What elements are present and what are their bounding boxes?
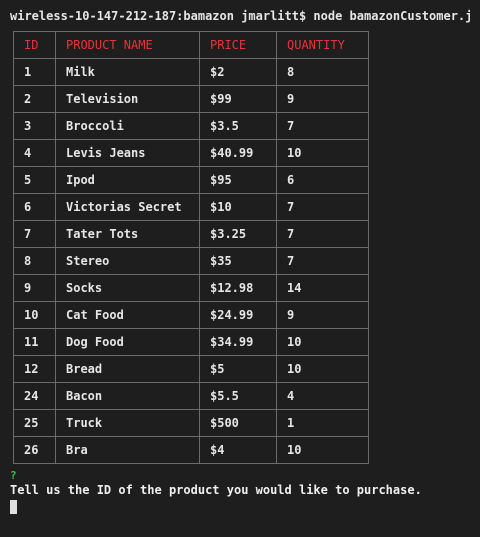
cell-id: 1 <box>13 58 56 86</box>
cell-quantity: 9 <box>276 85 369 113</box>
table-row: 10 Cat Food $24.99 9 <box>13 301 369 329</box>
cell-product-name: Stereo <box>55 247 200 275</box>
cell-price: $3.5 <box>199 112 277 140</box>
column-header-quantity: QUANTITY <box>276 31 369 59</box>
cell-product-name: Milk <box>55 58 200 86</box>
column-header-product-name: PRODUCT NAME <box>55 31 200 59</box>
cell-id: 11 <box>13 328 56 356</box>
cell-price: $95 <box>199 166 277 194</box>
column-header-id: ID <box>13 31 56 59</box>
cell-quantity: 10 <box>276 436 369 464</box>
cell-price: $500 <box>199 409 277 437</box>
cell-product-name: Cat Food <box>55 301 200 329</box>
cell-product-name: Victorias Secret <box>55 193 200 221</box>
cell-id: 2 <box>13 85 56 113</box>
table-row: 4 Levis Jeans $40.99 10 <box>13 139 369 167</box>
table-row: 1 Milk $2 8 <box>13 58 369 86</box>
cell-price: $5.5 <box>199 382 277 410</box>
table-row: 8 Stereo $35 7 <box>13 247 369 275</box>
cell-product-name: Socks <box>55 274 200 302</box>
terminal-window[interactable]: wireless-10-147-212-187:bamazon jmarlitt… <box>0 0 480 537</box>
table-row: 5 Ipod $95 6 <box>13 166 369 194</box>
cell-price: $24.99 <box>199 301 277 329</box>
cell-price: $40.99 <box>199 139 277 167</box>
cell-quantity: 14 <box>276 274 369 302</box>
prompt-marker: ? <box>10 469 17 482</box>
cell-quantity: 7 <box>276 112 369 140</box>
table-row: 9 Socks $12.98 14 <box>13 274 369 302</box>
cell-price: $35 <box>199 247 277 275</box>
cell-id: 5 <box>13 166 56 194</box>
cell-price: $12.98 <box>199 274 277 302</box>
cell-quantity: 4 <box>276 382 369 410</box>
cell-price: $34.99 <box>199 328 277 356</box>
cell-quantity: 8 <box>276 58 369 86</box>
table-row: 12 Bread $5 10 <box>13 355 369 383</box>
cell-quantity: 10 <box>276 328 369 356</box>
cell-product-name: Bacon <box>55 382 200 410</box>
cell-product-name: Television <box>55 85 200 113</box>
cell-quantity: 7 <box>276 220 369 248</box>
cell-price: $4 <box>199 436 277 464</box>
cell-product-name: Dog Food <box>55 328 200 356</box>
cell-product-name: Truck <box>55 409 200 437</box>
cell-price: $10 <box>199 193 277 221</box>
table-row: 24 Bacon $5.5 4 <box>13 382 369 410</box>
cell-id: 26 <box>13 436 56 464</box>
table-row: 2 Television $99 9 <box>13 85 369 113</box>
table-header-row: ID PRODUCT NAME PRICE QUANTITY <box>13 31 369 59</box>
cell-price: $3.25 <box>199 220 277 248</box>
table-row: 26 Bra $4 10 <box>13 436 369 464</box>
table-row: 7 Tater Tots $3.25 7 <box>13 220 369 248</box>
cell-product-name: Bread <box>55 355 200 383</box>
cell-product-name: Broccoli <box>55 112 200 140</box>
cell-id: 7 <box>13 220 56 248</box>
cell-id: 25 <box>13 409 56 437</box>
products-table: ID PRODUCT NAME PRICE QUANTITY 1 Milk $2 8 2… <box>13 31 369 464</box>
cell-quantity: 9 <box>276 301 369 329</box>
input-cursor[interactable] <box>10 500 17 514</box>
column-header-price: PRICE <box>199 31 277 59</box>
cell-id: 4 <box>13 139 56 167</box>
cell-price: $5 <box>199 355 277 383</box>
cell-id: 10 <box>13 301 56 329</box>
cell-quantity: 10 <box>276 355 369 383</box>
cell-id: 12 <box>13 355 56 383</box>
prompt-question: Tell us the ID of the product you would … <box>10 483 422 497</box>
cell-product-name: Levis Jeans <box>55 139 200 167</box>
cell-quantity: 7 <box>276 193 369 221</box>
cell-price: $99 <box>199 85 277 113</box>
table-body: 1 Milk $2 8 2 Television $99 9 3 Broccoli $3.5 7 4 Le… <box>13 58 369 464</box>
cell-quantity: 6 <box>276 166 369 194</box>
table-row: 6 Victorias Secret $10 7 <box>13 193 369 221</box>
cell-id: 24 <box>13 382 56 410</box>
cell-price: $2 <box>199 58 277 86</box>
cell-product-name: Tater Tots <box>55 220 200 248</box>
cell-quantity: 1 <box>276 409 369 437</box>
cell-id: 8 <box>13 247 56 275</box>
cell-quantity: 10 <box>276 139 369 167</box>
table-row: 11 Dog Food $34.99 10 <box>13 328 369 356</box>
cell-id: 6 <box>13 193 56 221</box>
cell-product-name: Bra <box>55 436 200 464</box>
cell-id: 9 <box>13 274 56 302</box>
cell-quantity: 7 <box>276 247 369 275</box>
table-row: 25 Truck $500 1 <box>13 409 369 437</box>
cell-id: 3 <box>13 112 56 140</box>
table-row: 3 Broccoli $3.5 7 <box>13 112 369 140</box>
cell-product-name: Ipod <box>55 166 200 194</box>
command-line: wireless-10-147-212-187:bamazon jmarlitt… <box>10 9 470 23</box>
